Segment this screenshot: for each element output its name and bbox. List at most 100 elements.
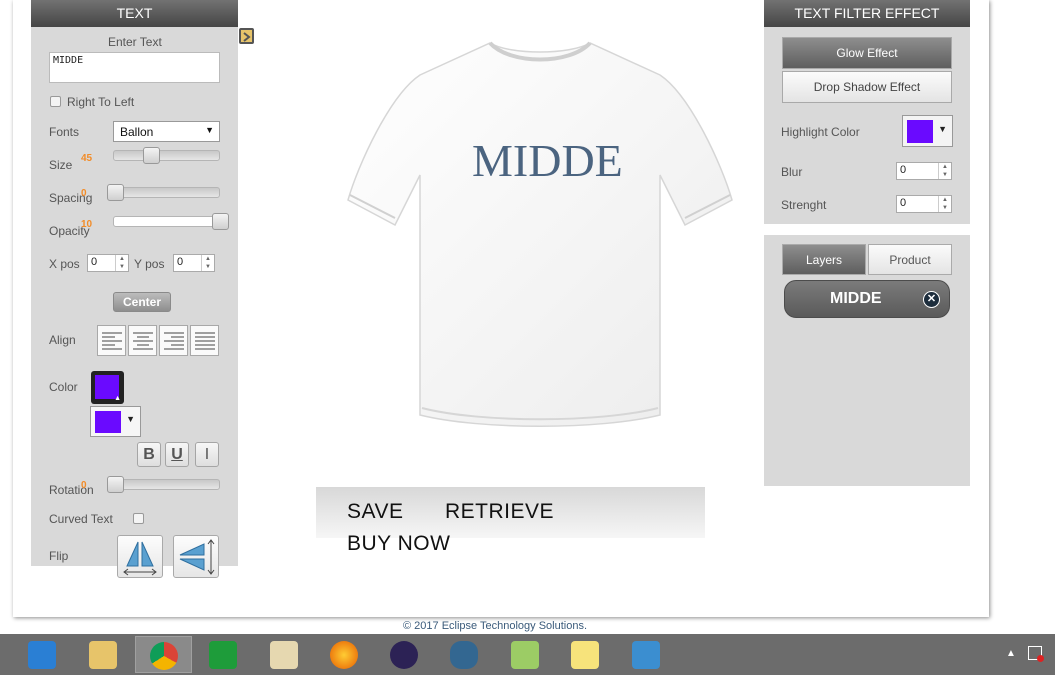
align-center-button[interactable] <box>128 325 157 356</box>
blur-label: Blur <box>781 165 803 179</box>
rtl-checkbox[interactable] <box>50 96 61 107</box>
color-label: Color <box>49 380 78 394</box>
xpos-spinner[interactable]: 0 ▲ ▼ <box>87 254 129 272</box>
align-left-icon <box>102 332 122 350</box>
drop-shadow-button[interactable]: Drop Shadow Effect <box>782 71 952 103</box>
buy-now-button[interactable]: BUY NOW <box>347 532 450 556</box>
strength-spinner[interactable]: 0 ▲ ▼ <box>896 195 952 213</box>
dropdown-arrow-icon: ▼ <box>938 124 947 134</box>
spacing-slider-track[interactable] <box>113 187 220 198</box>
filter-panel-title: TEXT FILTER EFFECT <box>764 0 970 27</box>
text-input[interactable]: MIDDE <box>49 52 220 83</box>
center-button[interactable]: Center <box>113 292 171 312</box>
ypos-value: 0 <box>177 256 184 268</box>
opacity-value: 10 <box>81 219 93 230</box>
postgresql-icon[interactable] <box>436 636 493 673</box>
align-justify-button[interactable] <box>190 325 219 356</box>
opacity-slider-track[interactable] <box>113 216 220 227</box>
color-picker-button[interactable]: ▲ <box>91 371 124 404</box>
blur-value: 0 <box>900 164 907 176</box>
flip-horizontal-icon <box>123 541 157 576</box>
layer-name: MIDDE <box>830 290 882 307</box>
save-button[interactable]: SAVE <box>347 500 403 524</box>
curved-text-label: Curved Text <box>49 512 113 526</box>
underline-button[interactable]: U <box>165 442 189 467</box>
size-slider-thumb[interactable] <box>143 147 160 164</box>
chevron-up-icon[interactable]: ▲ <box>1006 648 1016 659</box>
flip-label: Flip <box>49 549 69 563</box>
file-explorer-icon[interactable] <box>75 636 132 673</box>
opacity-slider-thumb[interactable] <box>212 213 229 230</box>
italic-button[interactable]: I <box>195 442 219 467</box>
enter-text-label: Enter Text <box>108 35 162 49</box>
collapse-panel-button[interactable] <box>239 28 254 44</box>
bold-button[interactable]: B <box>137 442 161 467</box>
store-icon[interactable] <box>195 636 252 673</box>
eclipse-icon[interactable] <box>376 636 433 673</box>
highlight-color-label: Highlight Color <box>781 125 860 139</box>
spinner-arrows-icon[interactable]: ▲ ▼ <box>938 163 951 179</box>
sticky-notes-icon[interactable] <box>557 636 614 673</box>
ypos-spinner[interactable]: 0 ▲ ▼ <box>173 254 215 272</box>
copyright-text: © 2017 Eclipse Technology Solutions. <box>403 620 588 632</box>
layer-item[interactable]: MIDDE ✕ <box>784 280 950 318</box>
curved-text-checkbox[interactable] <box>133 513 144 524</box>
align-left-button[interactable] <box>97 325 126 356</box>
color-dropdown[interactable]: ▼ <box>90 406 141 437</box>
font-select[interactable]: Ballon ▼ <box>113 121 220 142</box>
text-panel-title: TEXT <box>31 0 238 27</box>
flip-vertical-icon <box>179 539 215 575</box>
close-icon[interactable]: ✕ <box>923 291 940 308</box>
design-text[interactable]: MIDDE <box>472 134 623 187</box>
layers-panel: Layers Product MIDDE ✕ <box>764 235 970 486</box>
fonts-label: Fonts <box>49 125 80 139</box>
tab-layers[interactable]: Layers <box>782 244 866 275</box>
strength-value: 0 <box>900 197 907 209</box>
dropdown-arrow-icon: ▼ <box>205 125 214 135</box>
font-select-value: Ballon <box>120 125 154 139</box>
xpos-label: X pos <box>49 257 80 271</box>
spinner-arrows-icon[interactable]: ▲ ▼ <box>201 255 214 271</box>
align-right-button[interactable] <box>159 325 188 356</box>
flip-horizontal-button[interactable] <box>117 535 163 578</box>
highlight-color-dropdown[interactable]: ▼ <box>902 115 953 147</box>
xpos-value: 0 <box>91 256 98 268</box>
tab-product[interactable]: Product <box>868 244 952 275</box>
text-filter-panel: TEXT FILTER EFFECT Glow Effect Drop Shad… <box>764 0 970 224</box>
align-right-icon <box>164 332 184 350</box>
photos-icon[interactable] <box>618 636 675 673</box>
rotation-slider-track[interactable] <box>113 479 220 490</box>
blur-spinner[interactable]: 0 ▲ ▼ <box>896 162 952 180</box>
chrome-icon[interactable] <box>135 636 192 673</box>
chevron-right-icon <box>241 30 252 42</box>
spacing-value: 0 <box>81 188 87 199</box>
vscode-icon[interactable] <box>14 636 71 673</box>
align-justify-icon <box>195 332 215 350</box>
action-bar: SAVE RETRIEVE BUY NOW <box>316 487 705 555</box>
size-label: Size <box>49 158 73 172</box>
flip-vertical-button[interactable] <box>173 535 219 578</box>
strength-label: Strenght <box>781 198 827 212</box>
ypos-label: Y pos <box>134 257 165 271</box>
text-panel: TEXT Enter Text MIDDE Right To Left Font… <box>31 0 238 566</box>
expand-icon: ▲ <box>114 395 121 402</box>
align-label: Align <box>49 333 76 347</box>
align-center-icon <box>133 332 153 350</box>
highlight-color-swatch <box>907 120 933 143</box>
retrieve-button[interactable]: RETRIEVE <box>445 500 554 524</box>
spinner-arrows-icon[interactable]: ▲ ▼ <box>938 196 951 212</box>
spinner-arrows-icon[interactable]: ▲ ▼ <box>115 255 128 271</box>
windows-taskbar <box>0 634 1055 675</box>
firefox-icon[interactable] <box>316 636 373 673</box>
rotation-slider-thumb[interactable] <box>107 476 124 493</box>
tshirt-image <box>330 25 750 445</box>
glow-effect-button[interactable]: Glow Effect <box>782 37 952 69</box>
color-swatch <box>95 411 121 433</box>
size-slider-track[interactable] <box>113 150 220 161</box>
spacing-slider-thumb[interactable] <box>107 184 124 201</box>
action-center-flag-icon[interactable] <box>1028 646 1044 662</box>
size-value: 45 <box>81 153 93 164</box>
dropdown-arrow-icon: ▼ <box>126 414 135 424</box>
notepad-plus-plus-icon[interactable] <box>497 636 554 673</box>
paint-icon[interactable] <box>256 636 313 673</box>
